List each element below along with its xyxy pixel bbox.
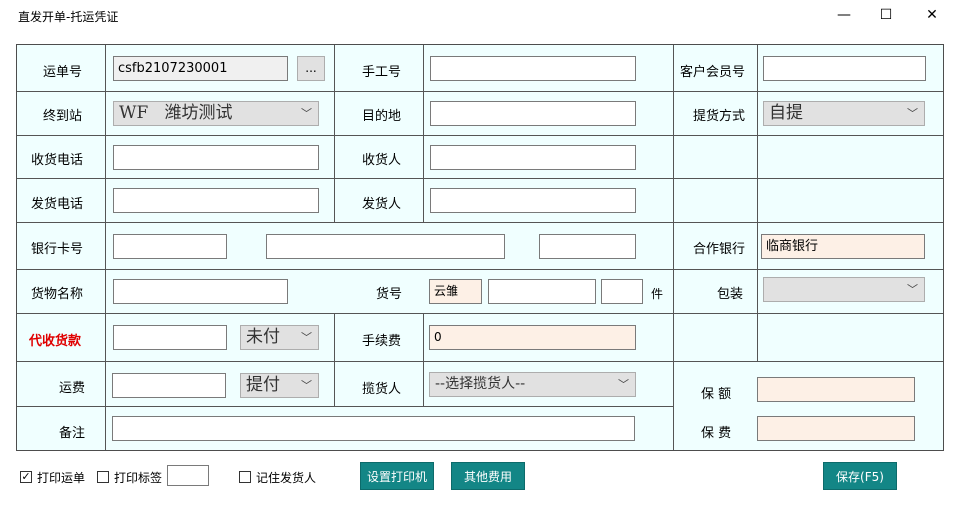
chevron-down-icon: ﹀ <box>301 379 312 392</box>
sender-phone-label: 发货电话 <box>31 197 84 212</box>
partner-bank-field[interactable]: 临商银行 <box>761 234 925 259</box>
waybill-no-field[interactable]: csfb2107230001 <box>113 56 288 81</box>
package-select[interactable]: ﹀ <box>763 277 925 302</box>
bank-card-field-3[interactable] <box>539 234 636 259</box>
receiver-phone-field[interactable] <box>113 145 319 170</box>
sender-label: 发货人 <box>362 197 402 212</box>
manual-no-field[interactable] <box>430 56 636 81</box>
dest-station-label: 终到站 <box>43 109 83 124</box>
title-bar: 直发开单-托运凭证 — ☐ ✕ <box>0 0 964 30</box>
chevron-down-icon: ﹀ <box>301 107 312 120</box>
collector-value: --选择揽货人-- <box>435 376 526 392</box>
other-fees-button[interactable]: 其他费用 <box>451 462 525 490</box>
freight-label: 运费 <box>59 381 86 396</box>
pickup-method-label: 提货方式 <box>693 109 746 124</box>
bank-card-field-1[interactable] <box>113 234 227 259</box>
piece-unit-label: 件 <box>651 287 664 301</box>
cod-status-value: 未付 <box>246 327 280 347</box>
destination-field[interactable] <box>430 101 636 126</box>
maximize-icon[interactable]: ☐ <box>866 4 906 26</box>
close-icon[interactable]: ✕ <box>912 4 952 26</box>
member-no-field[interactable] <box>763 56 926 81</box>
set-printer-button[interactable]: 设置打印机 <box>360 462 434 490</box>
freight-field[interactable] <box>112 373 226 398</box>
insured-amount-field[interactable] <box>757 377 915 402</box>
save-button[interactable]: 保存(F5) <box>823 462 897 490</box>
remark-field[interactable] <box>112 416 635 441</box>
insurance-fee-field[interactable] <box>757 416 915 441</box>
remember-sender-label: 记住发货人 <box>256 471 317 485</box>
remember-sender-checkbox[interactable] <box>239 471 251 483</box>
collector-select[interactable]: --选择揽货人-- ﹀ <box>429 372 636 397</box>
waybill-no-label: 运单号 <box>43 65 83 80</box>
goods-name-field[interactable] <box>113 279 288 304</box>
sender-phone-field[interactable] <box>113 188 319 213</box>
print-label-checkbox[interactable] <box>97 471 109 483</box>
freight-method-value: 提付 <box>246 375 280 395</box>
print-waybill-checkbox[interactable]: ✓ <box>20 471 32 483</box>
receiver-phone-label: 收货电话 <box>31 153 84 168</box>
partner-bank-label: 合作银行 <box>693 242 746 257</box>
print-label-label: 打印标签 <box>114 471 163 485</box>
handling-fee-label: 手续费 <box>362 334 402 349</box>
dest-station-value: WF 潍坊测试 <box>119 103 233 123</box>
chevron-down-icon: ﹀ <box>618 378 629 391</box>
bank-card-field-2[interactable] <box>266 234 505 259</box>
chevron-down-icon: ﹀ <box>907 283 918 296</box>
sender-field[interactable] <box>430 188 636 213</box>
cod-amount-field[interactable] <box>113 325 227 350</box>
cod-status-select[interactable]: 未付 ﹀ <box>240 325 319 350</box>
receiver-field[interactable] <box>430 145 636 170</box>
goods-no-label: 货号 <box>376 287 403 302</box>
goods-name-label: 货物名称 <box>31 287 84 302</box>
pickup-method-value: 自提 <box>769 103 803 123</box>
freight-method-select[interactable]: 提付 ﹀ <box>240 373 319 398</box>
chevron-down-icon: ﹀ <box>301 331 312 344</box>
manual-no-label: 手工号 <box>362 65 402 80</box>
receiver-label: 收货人 <box>362 153 402 168</box>
print-waybill-label: 打印运单 <box>37 471 86 485</box>
pickup-method-select[interactable]: 自提 ﹀ <box>763 101 925 126</box>
package-label: 包装 <box>717 287 744 302</box>
goods-qty-field[interactable] <box>601 279 643 304</box>
handling-fee-field[interactable]: 0 <box>429 325 636 350</box>
dest-station-select[interactable]: WF 潍坊测试 ﹀ <box>113 101 319 126</box>
member-no-label: 客户会员号 <box>680 65 746 80</box>
cod-label: 代收货款 <box>29 334 82 349</box>
destination-label: 目的地 <box>362 109 402 124</box>
goods-no-prefix: 云雏 <box>429 279 482 304</box>
bank-card-label: 银行卡号 <box>31 242 84 257</box>
window-title: 直发开单-托运凭证 <box>18 10 119 24</box>
waybill-form: 运单号 csfb2107230001 ... 手工号 客户会员号 终到站 WF … <box>16 44 944 451</box>
minimize-icon[interactable]: — <box>824 4 864 26</box>
insurance-fee-label: 保 费 <box>701 426 732 441</box>
chevron-down-icon: ﹀ <box>907 107 918 120</box>
goods-no-field[interactable] <box>488 279 596 304</box>
insured-amount-label: 保 额 <box>701 387 732 402</box>
waybill-lookup-button[interactable]: ... <box>297 56 325 81</box>
remark-label: 备注 <box>59 426 86 441</box>
collector-label: 揽货人 <box>362 382 402 397</box>
print-label-count-field[interactable] <box>167 465 209 486</box>
